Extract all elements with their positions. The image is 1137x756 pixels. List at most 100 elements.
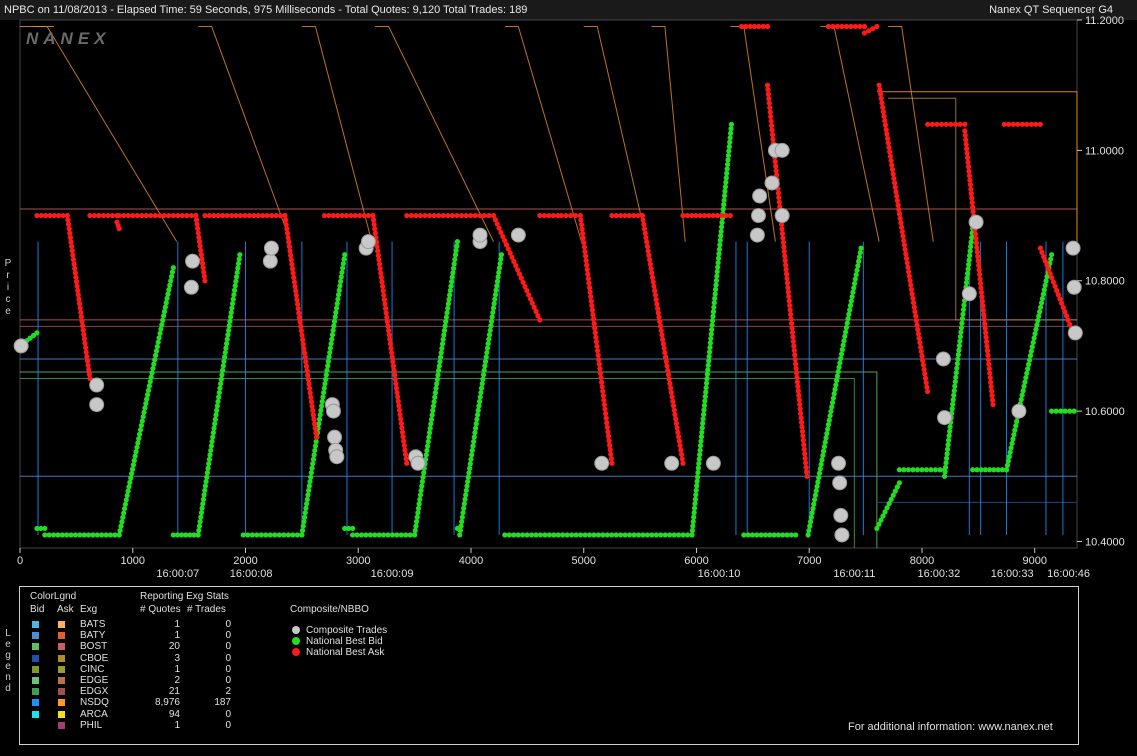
bid-point <box>711 300 717 306</box>
ask-point <box>161 212 167 219</box>
bid-point <box>216 394 222 400</box>
ask-point <box>934 121 940 127</box>
ask-point <box>308 394 314 400</box>
bid-point <box>810 505 816 512</box>
ask-point <box>599 384 605 390</box>
ask-point <box>393 381 399 387</box>
ask-point <box>472 212 478 219</box>
ask-point <box>592 325 598 331</box>
ask-point <box>898 220 904 226</box>
trade-point <box>89 377 105 393</box>
bid-point <box>689 527 695 534</box>
ask-color-swatch <box>58 632 65 640</box>
bid-point <box>304 496 310 502</box>
ask-point <box>905 264 911 270</box>
ask-point <box>289 261 295 267</box>
bid-point <box>905 467 912 473</box>
bid-point <box>722 188 728 194</box>
bid-point <box>710 313 716 319</box>
ask-point <box>284 230 291 236</box>
ask-point <box>558 212 564 219</box>
bid-point <box>824 430 830 437</box>
ask-point <box>888 158 894 164</box>
bid-point <box>483 354 489 360</box>
bid-point <box>312 443 319 449</box>
bid-point <box>817 466 823 472</box>
bid-point <box>724 166 730 172</box>
ask-point <box>282 212 288 219</box>
bid-point <box>459 514 465 520</box>
ask-point <box>975 253 981 260</box>
bid-color-swatch <box>32 721 39 729</box>
bid-point <box>959 320 965 326</box>
bid-point <box>851 280 858 287</box>
ask-point <box>109 212 116 219</box>
time-label: 16:00:33 <box>991 568 1034 580</box>
ask-point <box>657 319 663 325</box>
ask-point <box>785 284 791 291</box>
legend-panel: ColorLgnd Bid Ask Exg Reporting Exg Stat… <box>19 586 1079 745</box>
bid-point <box>564 532 570 538</box>
bid-point <box>834 377 840 384</box>
bid-point <box>439 345 445 351</box>
time-label: 16:00:32 <box>917 568 960 580</box>
ask-point <box>291 275 297 281</box>
ask-point <box>116 212 122 219</box>
ask-point <box>647 257 653 263</box>
trade-point <box>774 208 790 224</box>
ask-point <box>578 217 584 223</box>
bid-point <box>436 363 442 369</box>
ask-point <box>651 283 657 289</box>
ask-point <box>298 323 304 329</box>
ask-point <box>788 320 795 327</box>
ask-point <box>876 82 882 88</box>
bid-point <box>842 333 848 339</box>
bid-point <box>122 501 129 507</box>
bid-point <box>710 309 717 315</box>
ask-point <box>589 307 596 313</box>
ask-point <box>292 283 298 290</box>
ask-point <box>69 243 75 249</box>
ask-point <box>769 127 775 133</box>
col-trades: # Trades <box>187 604 226 615</box>
bid-color-swatch <box>32 643 39 651</box>
ask-point <box>977 271 983 278</box>
y-tick-label: 11.0000 <box>1085 145 1124 157</box>
bid-point <box>478 389 484 396</box>
bid-point <box>235 260 242 267</box>
col-bid: Bid <box>30 604 45 615</box>
bid-point <box>139 418 145 424</box>
bid-point <box>515 532 521 538</box>
bid-point <box>830 395 836 401</box>
bid-point <box>440 336 446 343</box>
bid-point <box>498 256 504 262</box>
ask-point <box>880 109 886 115</box>
bid-point <box>309 465 315 471</box>
ask-point <box>922 375 929 381</box>
bid-point <box>323 376 329 382</box>
ask-point <box>598 379 605 385</box>
trade-point <box>833 507 849 523</box>
trade-point <box>89 397 105 413</box>
bid-point <box>816 470 823 476</box>
ask-point <box>391 367 397 373</box>
ask-point <box>798 419 805 425</box>
ask-point <box>65 221 72 227</box>
composite-label: National Best Ask <box>306 647 385 658</box>
bid-point <box>692 501 698 507</box>
bid-point <box>202 483 209 489</box>
exchange-name: BATY <box>80 630 106 642</box>
ask-point <box>988 379 994 385</box>
ask-point <box>84 353 90 360</box>
bid-point <box>137 431 143 437</box>
ask-point <box>964 150 970 156</box>
bid-point <box>420 474 426 480</box>
col-exg: Exg <box>80 604 98 615</box>
bid-point <box>207 452 213 458</box>
bid-point <box>498 252 505 258</box>
ask-point <box>983 330 989 336</box>
ask-point <box>908 282 914 288</box>
bid-color-swatch <box>32 688 39 696</box>
ask-point <box>796 397 802 403</box>
bid-point <box>327 349 333 356</box>
